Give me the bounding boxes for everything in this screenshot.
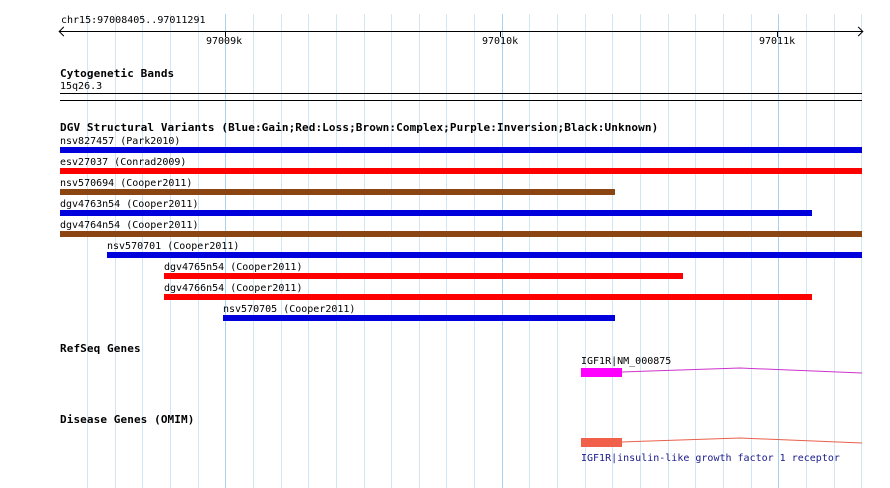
omim-gene-label[interactable]: IGF1R|insulin-like growth factor 1 recep…	[581, 453, 840, 464]
omim-gene-intron	[621, 437, 863, 444]
genome-browser-panel: chr15:97008405..97011291 97009k 97010k 9…	[0, 0, 890, 488]
